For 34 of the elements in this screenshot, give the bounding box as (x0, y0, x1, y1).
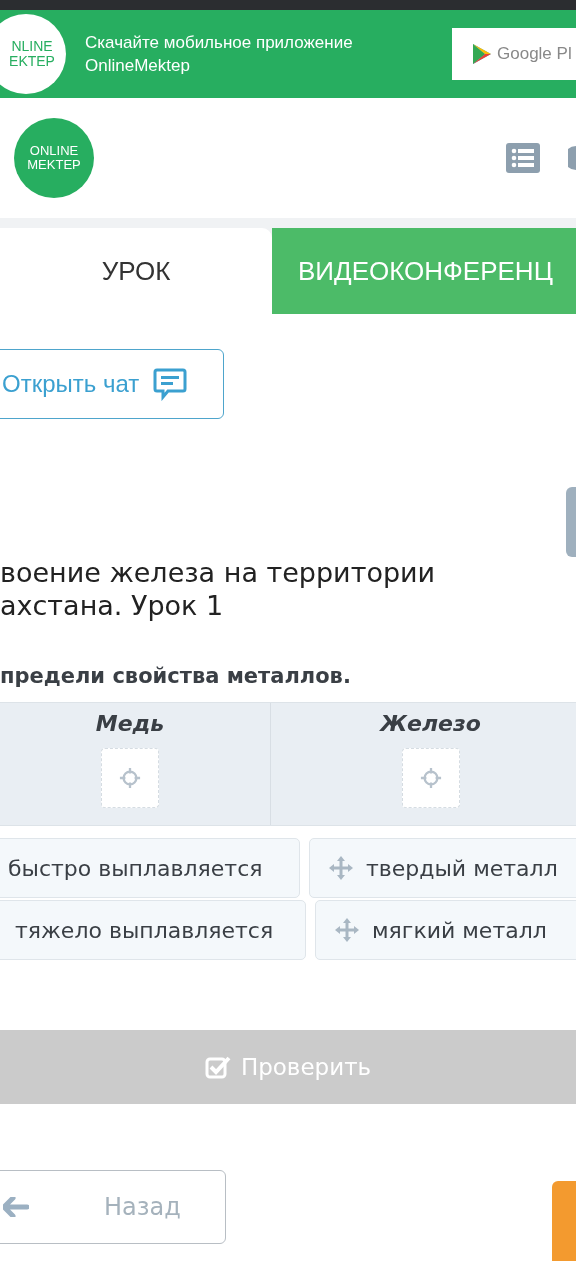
draggable-option[interactable]: твердый металл (309, 838, 576, 898)
draggable-option[interactable]: быстро выплавляется (0, 838, 300, 898)
drop-zone[interactable] (101, 748, 159, 808)
site-logo[interactable]: ONLINE MEKTEP (14, 118, 94, 198)
move-icon (334, 917, 360, 943)
logo-text: ONLINE (29, 144, 79, 158)
draggable-option[interactable]: мягкий металл (315, 900, 576, 960)
google-play-button[interactable]: Google Pl (452, 28, 576, 80)
next-button[interactable] (552, 1181, 576, 1261)
lesson-title: ахстана. Урок 1 (0, 589, 225, 622)
back-button[interactable]: Назад (0, 1170, 226, 1244)
banner-text: OnlineMektep (85, 55, 191, 77)
logo-text: NLINE (10, 39, 53, 54)
target-icon (119, 767, 141, 789)
drop-zone[interactable] (401, 748, 460, 808)
chat-icon (153, 367, 188, 401)
column-heading: Железо (380, 711, 481, 736)
column-heading: Медь (95, 711, 165, 736)
banner-text: Скачайте мобильное приложение (85, 32, 353, 54)
move-icon (328, 855, 354, 881)
tab[interactable]: ВИДЕОКОНФЕРЕНЦ (272, 228, 576, 314)
logo-text: EKTEP (8, 54, 55, 69)
target-icon (419, 767, 442, 789)
tab[interactable]: УРОК (0, 228, 272, 314)
side-handle[interactable] (566, 487, 576, 557)
checkbox-icon (204, 1055, 231, 1079)
logo-text: MEKTEP (27, 158, 81, 172)
list-icon[interactable] (506, 143, 540, 173)
arrow-left-icon (3, 1197, 29, 1217)
open-chat-button[interactable]: Открыть чат (0, 349, 224, 419)
lesson-title: воение железа на территории (0, 556, 437, 589)
draggable-option[interactable]: тяжело выплавляется (0, 900, 306, 960)
play-icon (472, 43, 492, 65)
question-text: предели свойства металлов. (0, 664, 352, 688)
